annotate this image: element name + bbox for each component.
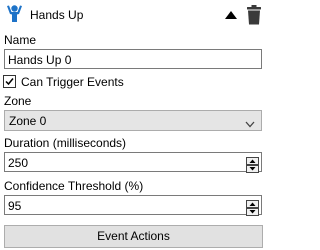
duration-value: 250 [8, 156, 29, 170]
zone-label: Zone [4, 94, 32, 108]
spin-up-icon[interactable] [246, 154, 259, 165]
hands-up-panel: Hands Up Name Hands Up 0 Can Trigger Eve… [0, 0, 268, 250]
name-label: Name [4, 33, 37, 47]
zone-dropdown[interactable]: Zone 0 [4, 110, 262, 131]
spin-up-icon[interactable] [246, 197, 259, 208]
confidence-label: Confidence Threshold (%) [4, 179, 144, 193]
name-input[interactable]: Hands Up 0 [4, 49, 262, 69]
triangle-up-icon[interactable] [224, 9, 238, 19]
name-value: Hands Up 0 [8, 53, 72, 67]
confidence-input[interactable]: 95 [4, 195, 262, 216]
zone-selected-value: Zone 0 [9, 114, 47, 128]
panel-header: Hands Up [0, 0, 268, 30]
duration-input[interactable]: 250 [4, 152, 262, 173]
chevron-down-icon [245, 117, 255, 131]
can-trigger-events-checkbox[interactable] [3, 75, 16, 88]
person-hands-up-icon [5, 4, 24, 24]
confidence-spinner[interactable] [246, 197, 259, 216]
confidence-value: 95 [8, 199, 22, 213]
can-trigger-events-label: Can Trigger Events [21, 75, 124, 89]
event-actions-button[interactable]: Event Actions [4, 225, 263, 248]
trash-icon[interactable] [246, 5, 262, 25]
spin-down-icon[interactable] [246, 205, 259, 216]
panel-title: Hands Up [30, 8, 84, 22]
spin-down-icon[interactable] [246, 162, 259, 173]
duration-label: Duration (milliseconds) [4, 136, 127, 150]
duration-spinner[interactable] [246, 154, 259, 173]
